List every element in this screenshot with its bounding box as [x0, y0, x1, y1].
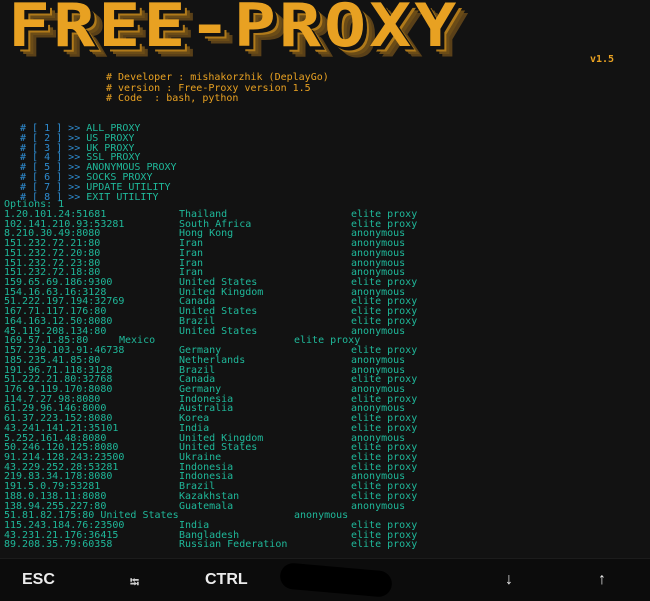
redaction-scribble: [279, 562, 393, 598]
banner-title: FREE-PROXY: [8, 0, 460, 61]
proxy-country: Russian Federation: [179, 539, 288, 551]
proxy-type: anonymous: [351, 500, 406, 512]
tab-key-icon[interactable]: ⭾: [130, 573, 139, 594]
proxy-country: Mexico: [119, 335, 156, 347]
arrow-down-key[interactable]: ↓: [505, 571, 513, 589]
developer-line: # Developer : mishakorzhik (DeplayGo): [106, 72, 329, 83]
proxy-country: United States: [179, 325, 258, 337]
arrow-up-key[interactable]: ↑: [598, 571, 606, 589]
esc-key[interactable]: ESC: [22, 571, 55, 589]
proxy-type: anonymous: [294, 510, 349, 522]
ctrl-key[interactable]: CTRL: [205, 571, 248, 589]
menu-item-label: EXIT UTILITY: [86, 191, 159, 203]
menu-item-arrow: >>: [68, 191, 87, 203]
proxy-country: Guatemala: [179, 500, 234, 512]
app-banner: FREE-PROXY: [8, 0, 588, 64]
extra-keys-bar: ESC ⭾ CTRL ALT ↓ ↑: [0, 558, 650, 601]
proxy-ip: 89.208.35.79:60358: [4, 539, 113, 551]
version-tag: v1.5: [590, 54, 615, 65]
developer-info: # Developer : mishakorzhik (DeplayGo) # v…: [106, 72, 329, 105]
code-line: # Code : bash, python: [106, 93, 239, 104]
main-menu: # [ 1 ] >> ALL PROXY # [ 2 ] >> US PROXY #…: [20, 124, 177, 203]
proxy-type: elite proxy: [351, 539, 418, 551]
